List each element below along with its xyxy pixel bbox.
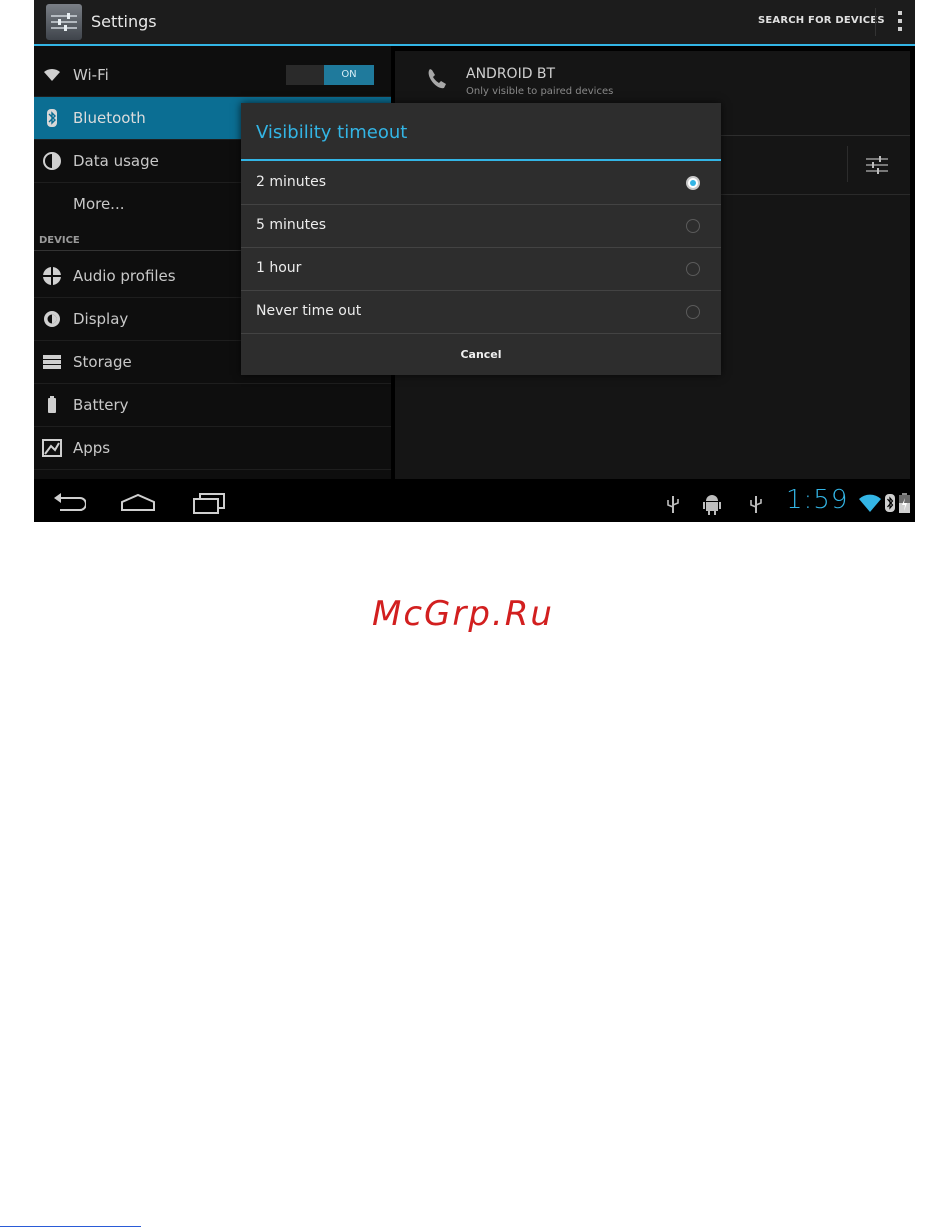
wifi-status-icon [858, 493, 882, 517]
pane-vertical-divider [847, 146, 848, 182]
option-label: 5 minutes [256, 217, 327, 233]
overflow-menu-icon[interactable] [896, 11, 904, 33]
wifi-icon [42, 65, 62, 85]
home-icon[interactable] [120, 492, 156, 518]
sidebar-item-label: Wi-Fi [73, 66, 109, 84]
sidebar-item-label: More... [73, 195, 125, 213]
radio-unselected-icon[interactable] [686, 262, 700, 276]
option-label: 1 hour [256, 260, 302, 276]
data-usage-icon [42, 151, 62, 171]
bluetooth-status-icon [885, 493, 895, 517]
sidebar-item-label: Audio profiles [73, 267, 176, 285]
option-label: 2 minutes [256, 174, 327, 190]
battery-charging-icon [899, 492, 910, 518]
option-never-time-out[interactable]: Never time out [241, 291, 721, 334]
sidebar-item-label: Display [73, 310, 129, 328]
usb-icon [666, 494, 680, 518]
option-label: Never time out [256, 303, 362, 319]
tablet-screenshot: Settings SEARCH FOR DEVICES Wi-Fi ON Blu… [34, 0, 915, 522]
settings-app-icon[interactable] [46, 4, 82, 40]
option-1-hour[interactable]: 1 hour [241, 248, 721, 291]
page-title: Settings [91, 12, 157, 31]
usb-icon [749, 494, 763, 518]
phone-icon [425, 67, 449, 95]
radio-unselected-icon[interactable] [686, 305, 700, 319]
cancel-button[interactable]: Cancel [241, 335, 721, 375]
settings-sliders-icon[interactable] [865, 153, 889, 181]
wifi-toggle[interactable]: ON [286, 65, 374, 85]
system-nav-bar: 1:59 [34, 484, 915, 522]
search-for-devices-button[interactable]: SEARCH FOR DEVICES [758, 15, 885, 26]
battery-icon [42, 395, 62, 415]
action-bar: Settings SEARCH FOR DEVICES [34, 0, 915, 44]
sidebar-item-apps[interactable]: Apps [34, 427, 391, 470]
radio-selected-icon[interactable] [686, 176, 700, 190]
dialog-title-accent [241, 159, 721, 161]
wifi-toggle-on: ON [324, 65, 374, 85]
sidebar-item-label: Data usage [73, 152, 159, 170]
status-clock: 1:59 [786, 485, 849, 515]
apps-icon [42, 438, 62, 458]
back-icon[interactable] [52, 492, 87, 518]
visibility-timeout-dialog: Visibility timeout 2 minutes 5 minutes 1… [241, 103, 721, 375]
action-divider [875, 8, 876, 36]
sidebar-item-wifi[interactable]: Wi-Fi ON [34, 54, 391, 97]
recent-apps-icon[interactable] [192, 492, 226, 518]
android-debug-icon [703, 493, 721, 519]
sidebar-item-label: Storage [73, 353, 132, 371]
sidebar-item-label: Apps [73, 439, 111, 457]
footnote-rule [0, 1226, 141, 1227]
device-visibility-status: Only visible to paired devices [466, 86, 614, 97]
dialog-title: Visibility timeout [256, 122, 408, 143]
audio-profiles-icon [42, 266, 62, 286]
option-2-minutes[interactable]: 2 minutes [241, 162, 721, 205]
watermark-text: McGrp.Ru [372, 594, 554, 634]
sidebar-item-label: Bluetooth [73, 109, 146, 127]
sidebar-item-label: Battery [73, 396, 129, 414]
bluetooth-icon [42, 108, 62, 128]
display-brightness-icon [42, 309, 62, 329]
sidebar-item-battery[interactable]: Battery [34, 384, 391, 427]
radio-unselected-icon[interactable] [686, 219, 700, 233]
option-5-minutes[interactable]: 5 minutes [241, 205, 721, 248]
storage-icon [42, 352, 62, 372]
device-name: ANDROID BT [466, 66, 556, 82]
device-section-header: DEVICE [39, 235, 80, 246]
